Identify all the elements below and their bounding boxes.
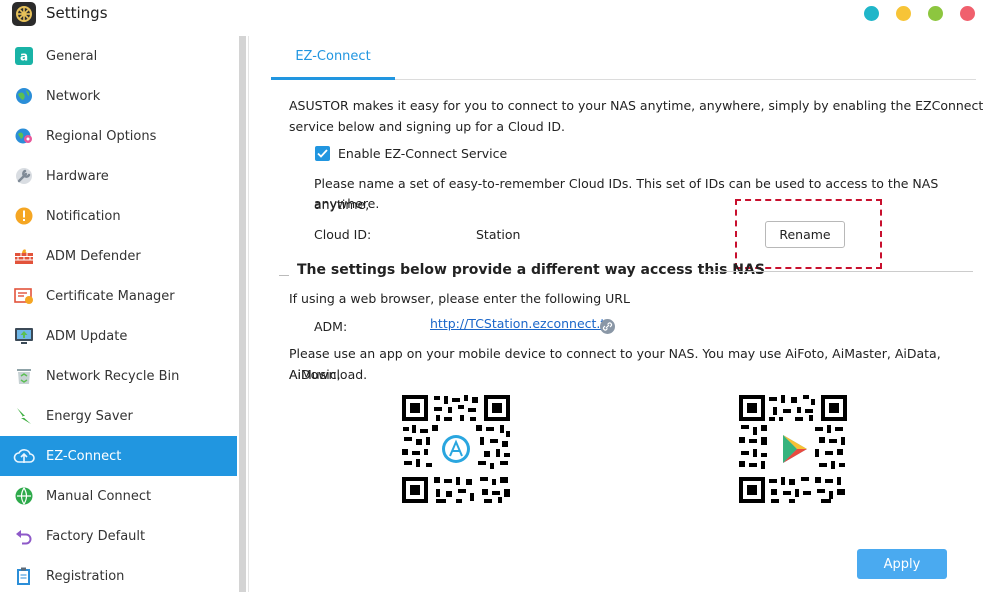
update-icon (13, 325, 35, 347)
qr-code-pattern (400, 393, 512, 505)
window-close-button[interactable] (960, 6, 975, 21)
sidebar-item-registration[interactable]: Registration (0, 556, 237, 596)
cloud-id-description-line2: anywhere. (314, 196, 380, 211)
sidebar-item-label: EZ-Connect (46, 448, 122, 464)
browser-instruction-text: If using a web browser, please enter the… (289, 291, 630, 306)
certificate-icon (13, 285, 35, 307)
sidebar-item-label: Regional Options (46, 128, 157, 144)
truncated-text-line (289, 520, 949, 526)
rename-button[interactable]: Rename (765, 221, 845, 248)
sidebar-item-network-recycle-bin[interactable]: Network Recycle Bin (0, 356, 237, 396)
sidebar-item-factory-default[interactable]: Factory Default (0, 516, 237, 556)
link-icon[interactable] (600, 319, 615, 334)
section-divider-right (701, 271, 973, 272)
settings-app-icon (12, 2, 36, 26)
sidebar-item-label: Network (46, 88, 101, 104)
window-minimize-button[interactable] (896, 6, 911, 21)
alert-icon (13, 205, 35, 227)
apply-button[interactable]: Apply (857, 549, 947, 579)
tab-bar: EZ-Connect (271, 36, 976, 80)
settings-sidebar: a General Network Regional Options Hardw… (0, 36, 237, 592)
cloud-id-description-line1: Please name a set of easy-to-remember Cl… (314, 176, 939, 212)
sidebar-scrollbar[interactable] (239, 36, 246, 592)
checkmark-icon (317, 149, 328, 158)
sidebar-item-label: Manual Connect (46, 488, 152, 504)
app-store-qr-code (400, 393, 512, 505)
settings-main-panel: EZ-Connect ASUSTOR makes it easy for you… (248, 36, 993, 592)
sidebar-item-label: Network Recycle Bin (46, 368, 180, 384)
enable-ez-connect-label: Enable EZ-Connect Service (338, 146, 508, 161)
sidebar-item-label: Notification (46, 208, 121, 224)
recycle-icon (13, 365, 35, 387)
section-title: The settings below provide a different w… (297, 262, 765, 278)
intro-text-line1: ASUSTOR makes it easy for you to connect… (289, 98, 984, 113)
cloud-id-value: Station (476, 227, 521, 242)
window-info-button[interactable] (864, 6, 879, 21)
google-play-qr-code (737, 393, 849, 505)
undo-icon (13, 525, 35, 547)
app-instruction-line1: Please use an app on your mobile device … (289, 346, 941, 382)
sidebar-item-label: ADM Defender (46, 248, 141, 264)
general-icon: a (13, 45, 35, 67)
cloud-id-label: Cloud ID: (314, 227, 372, 242)
sidebar-item-general[interactable]: a General (0, 36, 237, 76)
adm-label: ADM: (314, 319, 348, 334)
cloud-icon (13, 445, 35, 467)
sidebar-item-adm-defender[interactable]: ADM Defender (0, 236, 237, 276)
sidebar-item-ez-connect[interactable]: EZ-Connect (0, 436, 237, 476)
svg-text:a: a (20, 50, 28, 64)
firewall-icon (13, 245, 35, 267)
sidebar-item-energy-saver[interactable]: Energy Saver (0, 396, 237, 436)
title-bar: Settings (0, 0, 993, 28)
sidebar-item-label: Energy Saver (46, 408, 133, 424)
sidebar-item-label: ADM Update (46, 328, 128, 344)
sidebar-item-label: Factory Default (46, 528, 146, 544)
sidebar-item-label: Hardware (46, 168, 109, 184)
app-instruction-line2: AiDownload. (289, 367, 368, 382)
sidebar-item-network[interactable]: Network (0, 76, 237, 116)
sidebar-item-label: Registration (46, 568, 125, 584)
intro-text-line2: service below and signing up for a Cloud… (289, 119, 565, 134)
sidebar-item-certificate-manager[interactable]: Certificate Manager (0, 276, 237, 316)
tab-ez-connect[interactable]: EZ-Connect (271, 36, 395, 80)
sidebar-item-label: General (46, 48, 98, 64)
regional-icon (13, 125, 35, 147)
window-maximize-button[interactable] (928, 6, 943, 21)
sidebar-item-adm-update[interactable]: ADM Update (0, 316, 237, 356)
sidebar-item-notification[interactable]: Notification (0, 196, 237, 236)
adm-url-link[interactable]: http://TCStation.ezconnect.to (430, 316, 613, 331)
clipboard-icon (13, 565, 35, 587)
qr-code-pattern (737, 393, 849, 505)
sidebar-item-manual-connect[interactable]: Manual Connect (0, 476, 237, 516)
sidebar-item-regional-options[interactable]: Regional Options (0, 116, 237, 156)
enable-ez-connect-checkbox[interactable] (315, 146, 330, 161)
sidebar-item-hardware[interactable]: Hardware (0, 156, 237, 196)
globe-icon (13, 85, 35, 107)
sidebar-item-label: Certificate Manager (46, 288, 175, 304)
window-title: Settings (46, 4, 108, 22)
section-divider-left (279, 275, 289, 276)
wrench-icon (13, 165, 35, 187)
energy-icon (13, 405, 35, 427)
connect-icon (13, 485, 35, 507)
